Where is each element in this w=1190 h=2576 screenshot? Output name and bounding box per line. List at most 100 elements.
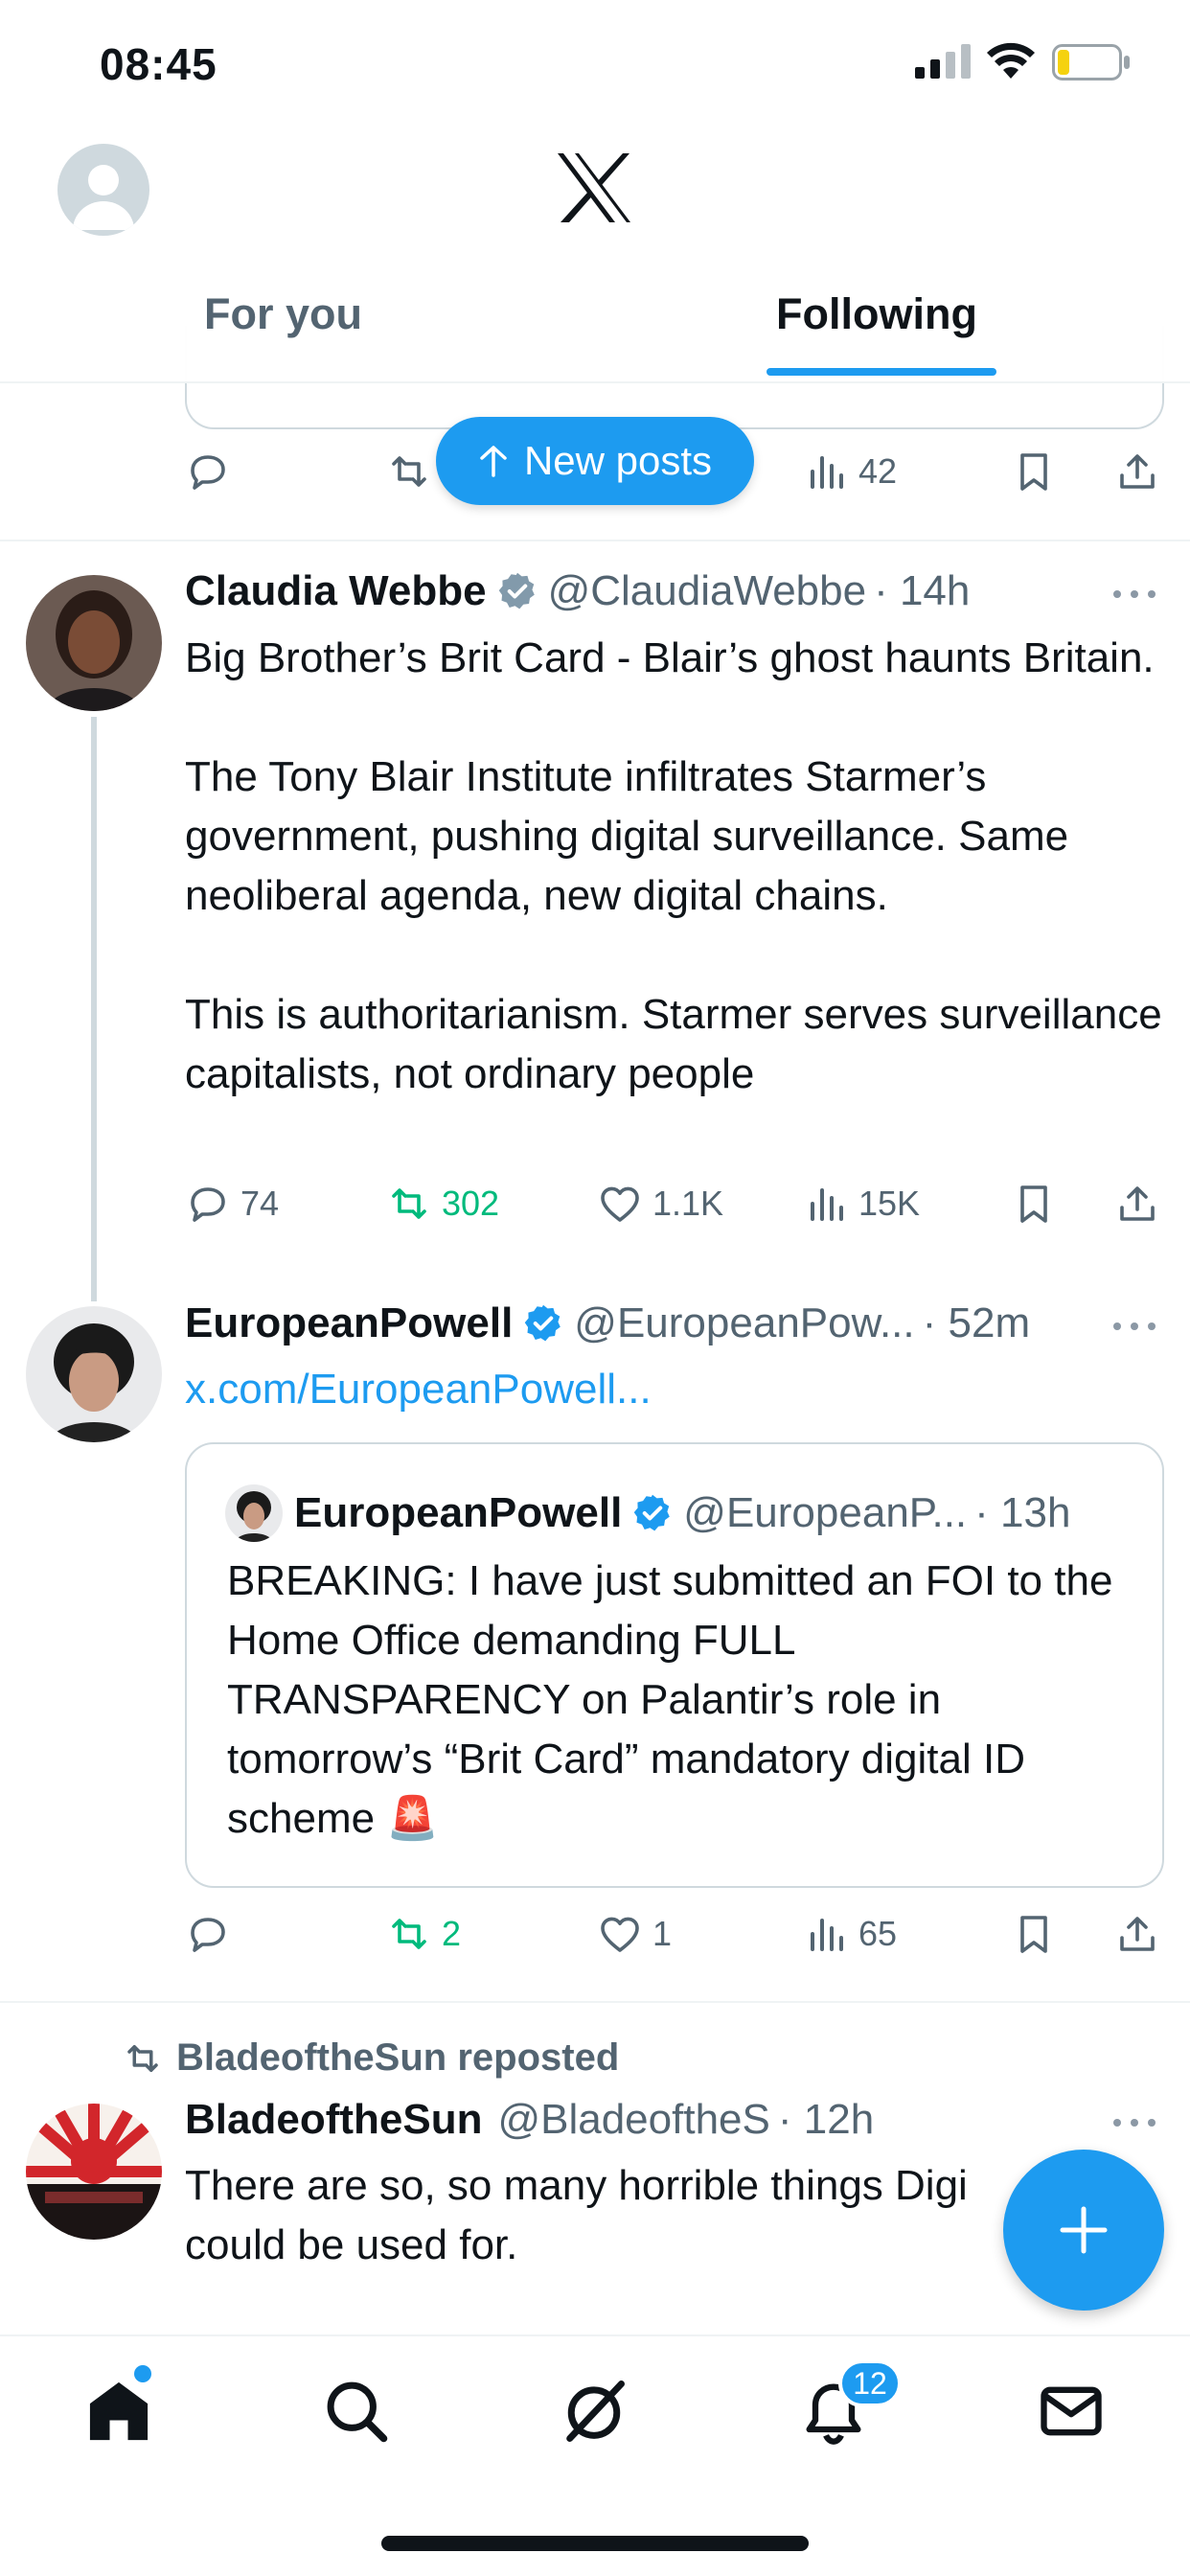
like-button[interactable]: 1.1K	[597, 1181, 723, 1227]
active-tab-indicator	[767, 368, 996, 376]
quoted-post-header: EuropeanPowell @EuropeanP... · 13h	[225, 1484, 1070, 1542]
home-icon[interactable]	[82, 2375, 155, 2448]
author-handle[interactable]: @ClaudiaWebbe	[548, 567, 867, 615]
avatar-image	[26, 2104, 162, 2240]
messages-envelope-icon[interactable]	[1035, 2375, 1108, 2448]
bookmark-button[interactable]	[1011, 1181, 1057, 1227]
more-options-icon[interactable]	[1111, 2113, 1157, 2132]
tab-for-you[interactable]: For you	[204, 289, 362, 339]
more-options-icon[interactable]	[1111, 1317, 1157, 1336]
repost-icon	[392, 1919, 426, 1949]
share-icon	[1120, 454, 1155, 489]
reply-icon	[191, 455, 225, 490]
new-posts-label: New posts	[523, 438, 713, 483]
repost-button[interactable]	[386, 448, 432, 494]
reply-button[interactable]: 74	[185, 1181, 279, 1227]
author-handle[interactable]: @EuropeanPow...	[574, 1300, 914, 1347]
post-link[interactable]: x.com/EuropeanPowell...	[185, 1360, 1162, 1419]
search-icon[interactable]	[320, 2375, 393, 2448]
verified-blue-icon	[634, 1494, 671, 1531]
post-text: Big Brother’s Brit Card - Blair’s ghost …	[185, 634, 1162, 1097]
avatar-image	[26, 1306, 162, 1442]
views-button[interactable]: 15K	[803, 1181, 920, 1227]
arrow-up-icon	[480, 446, 507, 477]
repost-icon	[392, 456, 426, 487]
views-count: 42	[858, 451, 898, 491]
reply-icon	[191, 1918, 225, 1952]
post-time: · 12h	[777, 2096, 875, 2143]
battery-icon	[1052, 44, 1130, 80]
status-time: 08:45	[100, 39, 217, 89]
views-button[interactable]: 65	[803, 1911, 897, 1957]
quoted-post-card[interactable]: EuropeanPowell @EuropeanP... · 13h BREAK…	[185, 1442, 1164, 1888]
bookmark-button[interactable]	[1011, 1911, 1057, 1957]
author-name[interactable]: Claudia Webbe	[185, 567, 487, 615]
post-time: · 14h	[874, 567, 971, 614]
cellular-signal-icon	[915, 44, 971, 79]
home-indicator	[381, 2536, 809, 2551]
views-icon	[811, 456, 843, 489]
avatar[interactable]	[26, 575, 162, 711]
reposted-by-label: BladeoftheSun reposted	[176, 2036, 620, 2079]
post-time: · 52m	[922, 1300, 1031, 1346]
reply-icon	[191, 1187, 225, 1222]
reply-button[interactable]	[185, 1911, 231, 1957]
bookmark-icon	[1020, 1916, 1047, 1953]
thread-line	[91, 717, 97, 1301]
bookmark-icon	[1020, 1185, 1047, 1223]
verified-grey-icon	[498, 572, 535, 610]
wifi-icon	[987, 42, 1035, 79]
author-name[interactable]: BladeoftheSun	[185, 2096, 482, 2144]
more-options-icon[interactable]	[1111, 585, 1157, 604]
post-header: EuropeanPowell @EuropeanPow... · 52m	[185, 1300, 1030, 1347]
repost-button[interactable]: 2	[386, 1911, 461, 1957]
profile-avatar-button[interactable]	[57, 144, 149, 236]
quoted-author-handle: @EuropeanP...	[683, 1489, 968, 1536]
post-header: BladeoftheSun @BladeoftheS · 12h	[185, 2096, 874, 2144]
repost-button[interactable]: 302	[386, 1181, 499, 1227]
post-text: There are so, so many horrible things Di…	[185, 2162, 980, 2268]
share-button[interactable]	[1114, 1181, 1160, 1227]
share-button[interactable]	[1114, 1911, 1160, 1957]
home-unread-dot	[134, 2365, 151, 2382]
bookmark-icon	[1020, 453, 1047, 491]
post-divider	[0, 2001, 1190, 2003]
avatar-image	[225, 1484, 283, 1542]
tab-following[interactable]: Following	[776, 289, 977, 339]
compose-post-button[interactable]	[1003, 2150, 1164, 2311]
x-logo-icon[interactable]	[556, 151, 632, 224]
reply-button[interactable]	[185, 448, 231, 494]
author-handle[interactable]: @BladeoftheS	[497, 2096, 769, 2144]
status-bar: 08:45	[0, 0, 1190, 134]
views-icon	[811, 1919, 843, 1951]
repost-icon	[127, 2044, 158, 2072]
views-button[interactable]: 42	[803, 448, 897, 494]
repost-count: 302	[442, 1184, 500, 1223]
repost-context[interactable]: BladeoftheSun reposted	[123, 2036, 619, 2080]
verified-blue-icon	[525, 1304, 561, 1342]
quoted-post-time: · 13h	[974, 1489, 1071, 1536]
like-count: 1	[652, 1914, 673, 1953]
plus-icon	[1060, 2206, 1108, 2254]
like-button[interactable]: 1	[597, 1911, 672, 1957]
top-bar: For you Following	[0, 134, 1190, 383]
share-button[interactable]	[1114, 448, 1160, 494]
avatar[interactable]	[26, 2104, 162, 2240]
repost-count: 2	[442, 1914, 462, 1953]
avatar-image	[26, 575, 162, 711]
notification-badge: 12	[838, 2359, 902, 2407]
bookmark-button[interactable]	[1011, 448, 1057, 494]
views-icon	[811, 1188, 843, 1221]
quoted-post-text: BREAKING: I have just submitted an FOI t…	[227, 1557, 1113, 1842]
new-posts-button[interactable]: New posts	[436, 417, 754, 505]
share-icon	[1120, 1917, 1155, 1951]
avatar[interactable]	[26, 1306, 162, 1442]
grok-icon[interactable]	[558, 2375, 630, 2448]
reply-count: 74	[240, 1184, 280, 1223]
post-divider	[0, 540, 1190, 541]
share-icon	[1120, 1186, 1155, 1221]
post-header: Claudia Webbe @ClaudiaWebbe · 14h	[185, 567, 970, 615]
quoted-author-name: EuropeanPowell	[294, 1489, 623, 1536]
heart-icon	[601, 1917, 639, 1952]
author-name[interactable]: EuropeanPowell	[185, 1300, 513, 1347]
